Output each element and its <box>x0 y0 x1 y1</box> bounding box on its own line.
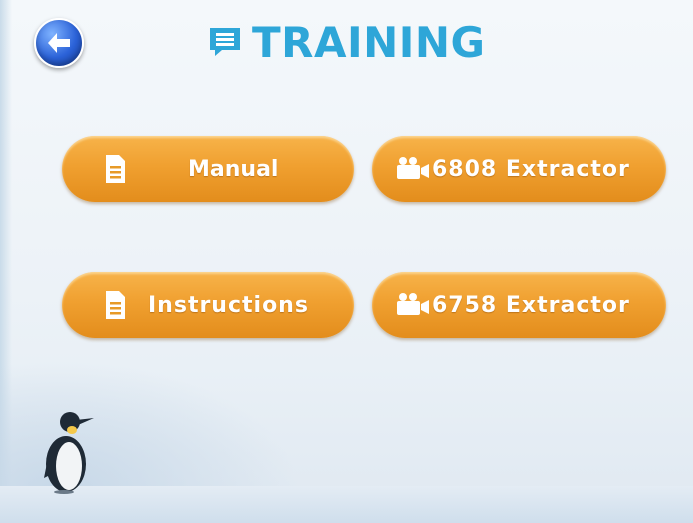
back-arrow-icon <box>48 33 70 53</box>
extractor-6758-button[interactable]: 6758 Extractor <box>372 272 666 338</box>
extractor-6758-label: 6758 Extractor <box>432 292 630 318</box>
page-title: TRAINING <box>252 17 486 67</box>
back-button[interactable] <box>34 18 84 68</box>
instructions-label: Instructions <box>148 292 309 318</box>
penguin-illustration <box>44 412 94 494</box>
chat-list-icon <box>210 28 240 56</box>
video-camera-icon <box>397 293 429 315</box>
manual-label: Manual <box>188 156 279 182</box>
extractor-6808-label: 6808 Extractor <box>432 156 630 182</box>
extractor-6808-button[interactable]: 6808 Extractor <box>372 136 666 202</box>
document-icon <box>106 291 125 319</box>
page-header: TRAINING <box>208 14 486 70</box>
instructions-button[interactable]: Instructions <box>62 272 354 338</box>
document-icon <box>106 155 125 183</box>
manual-button[interactable]: Manual <box>62 136 354 202</box>
video-camera-icon <box>397 157 429 179</box>
